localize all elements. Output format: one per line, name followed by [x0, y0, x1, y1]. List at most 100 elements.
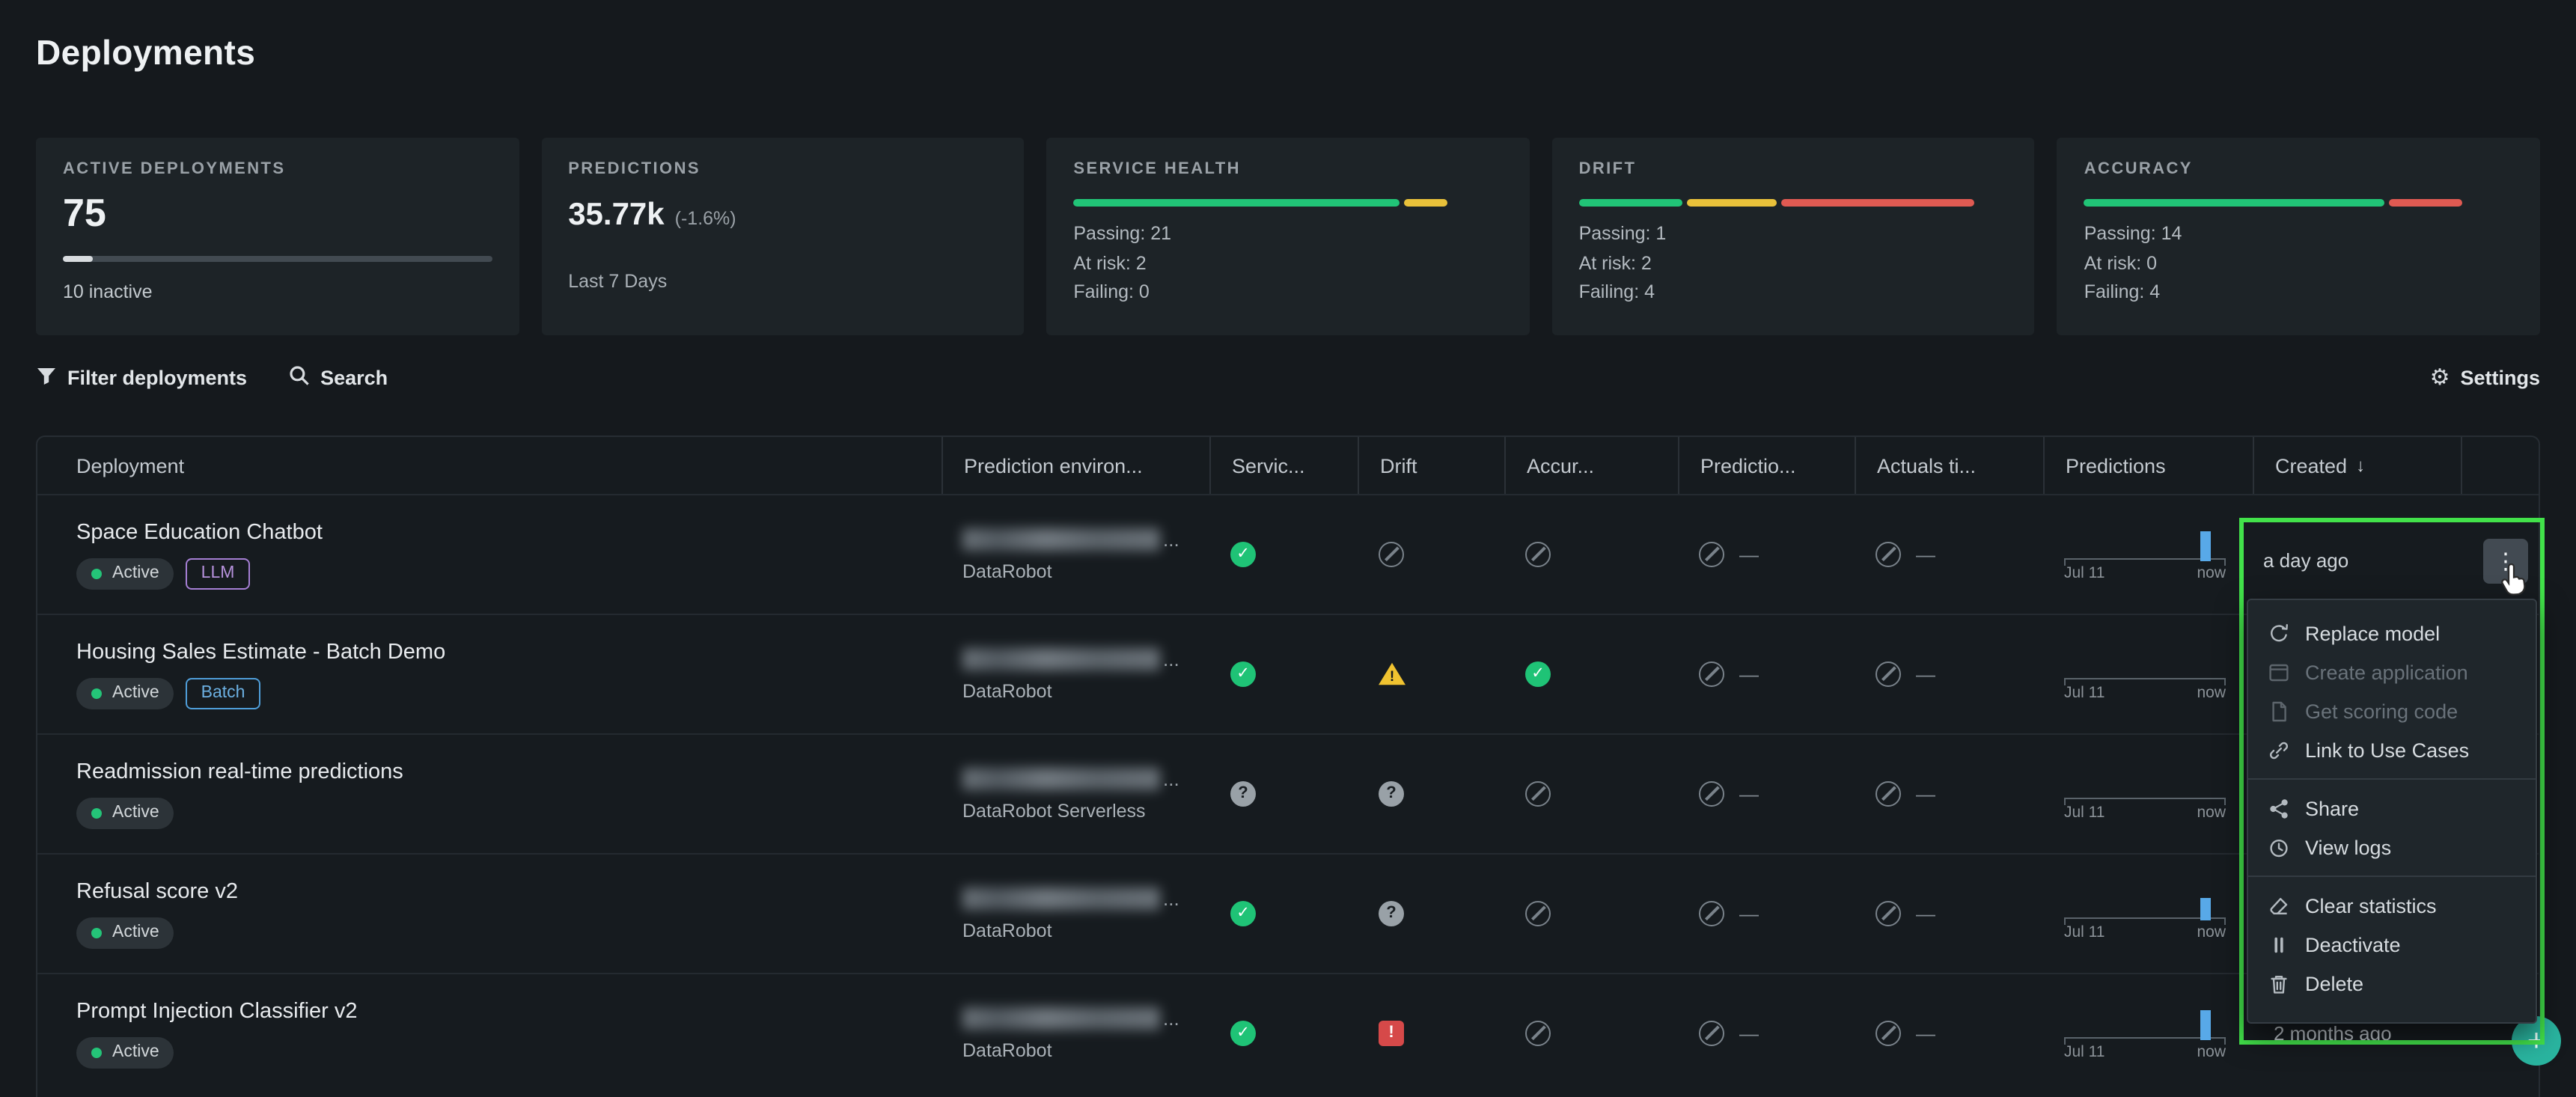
prediction-environment-platform: DataRobot — [962, 920, 1209, 941]
prediction-environment-platform: DataRobot — [962, 680, 1209, 701]
table-row[interactable]: Housing Sales Estimate - Batch Demo Acti… — [37, 614, 2539, 733]
drift-bar — [1579, 199, 2008, 207]
inactive-count: 10 inactive — [63, 281, 492, 302]
menu-item-delete[interactable]: Delete — [2248, 964, 2536, 1003]
settings-label: Settings — [2460, 367, 2540, 389]
redacted-environment-name — [962, 647, 1160, 670]
prediction-timeliness-icon — [1699, 781, 1724, 807]
predictions-range: Last 7 Days — [568, 271, 997, 292]
search-icon — [289, 365, 310, 391]
column-header-accuracy[interactable]: Accur... — [1504, 437, 1678, 494]
menu-item-link-to-use-cases[interactable]: Link to Use Cases — [2248, 730, 2536, 769]
menu-item-share[interactable]: Share — [2248, 789, 2536, 828]
menu-divider — [2248, 876, 2536, 877]
predictions-sparkline: Jul 11now — [2064, 1000, 2226, 1066]
sort-descending-icon: ↓ — [2356, 455, 2365, 476]
actuals-timeliness-icon — [1875, 781, 1901, 807]
service-health-status-icon — [1230, 781, 1256, 807]
drift-status-icon — [1379, 901, 1404, 926]
column-header-prediction-timeliness[interactable]: Predictio... — [1678, 437, 1855, 494]
status-badge: Active — [76, 917, 174, 948]
predictions-sparkline: Jul 11now — [2064, 761, 2226, 827]
redacted-environment-name — [962, 767, 1160, 789]
refresh-icon — [2268, 622, 2290, 644]
predictions-sparkline: Jul 11now — [2064, 641, 2226, 707]
status-badge: Active — [76, 677, 174, 709]
column-header-deployment[interactable]: Deployment — [37, 437, 941, 494]
column-header-service-health[interactable]: Servic... — [1209, 437, 1358, 494]
accuracy-status-icon — [1525, 1021, 1551, 1046]
menu-item-replace-model[interactable]: Replace model — [2248, 614, 2536, 653]
trash-icon — [2268, 972, 2290, 994]
active-deployments-progress — [63, 256, 492, 262]
card-label: ACCURACY — [2084, 160, 2513, 178]
predictions-sparkline: Jul 11now — [2064, 522, 2226, 587]
filter-funnel-icon — [36, 366, 57, 390]
table-row[interactable]: Space Education Chatbot Active LLM ... D… — [37, 494, 2539, 614]
mouse-cursor-hand — [2498, 563, 2528, 605]
active-dot-icon — [91, 688, 102, 698]
column-header-drift[interactable]: Drift — [1358, 437, 1504, 494]
table-toolbar: Filter deployments Search ⚙ Settings — [36, 365, 2540, 391]
actuals-timeliness-icon — [1875, 542, 1901, 567]
application-window-icon — [2268, 661, 2290, 683]
bar-segment-passing — [1579, 199, 1682, 207]
prediction-timeliness-icon — [1699, 661, 1724, 687]
link-icon — [2268, 739, 2290, 761]
actuals-timeliness-icon — [1875, 901, 1901, 926]
drift-status-icon — [1379, 1021, 1404, 1046]
bar-segment-passing — [1073, 199, 1400, 207]
stat-failing: Failing: 4 — [1579, 278, 2008, 308]
search-button[interactable]: Search — [289, 365, 388, 391]
deployment-name[interactable]: Space Education Chatbot — [76, 520, 941, 544]
service-health-status-icon — [1230, 901, 1256, 926]
table-row[interactable]: Refusal score v2 Active ... DataRobot — … — [37, 853, 2539, 973]
active-dot-icon — [91, 568, 102, 578]
card-drift: DRIFT Passing: 1 At risk: 2 Failing: 4 — [1552, 138, 2035, 335]
column-header-created[interactable]: Created ↓ — [2253, 437, 2461, 494]
bar-segment-atrisk — [1404, 199, 1447, 207]
column-header-predictions[interactable]: Predictions — [2043, 437, 2253, 494]
filter-label: Filter deployments — [67, 367, 247, 389]
active-dot-icon — [91, 927, 102, 938]
table-row[interactable]: Prompt Injection Classifier v2 Active ..… — [37, 973, 2539, 1093]
table-header: Deployment Prediction environ... Servic.… — [37, 437, 2539, 494]
stat-atrisk: At risk: 2 — [1073, 249, 1502, 278]
accuracy-bar — [2084, 199, 2513, 207]
table-row[interactable]: Readmission real-time predictions Active… — [37, 733, 2539, 853]
file-code-icon — [2268, 700, 2290, 722]
predictions-sparkline: Jul 11now — [2064, 881, 2226, 947]
created-cell-row1: a day ago ⋮ — [2244, 522, 2540, 599]
bar-segment-failing — [1780, 199, 1974, 207]
summary-cards: ACTIVE DEPLOYMENTS 75 10 inactive PREDIC… — [36, 138, 2540, 335]
pause-icon — [2268, 933, 2290, 956]
deployment-name[interactable]: Readmission real-time predictions — [76, 760, 941, 783]
menu-item-view-logs[interactable]: View logs — [2248, 828, 2536, 867]
column-header-actuals-timeliness[interactable]: Actuals ti... — [1855, 437, 2043, 494]
type-badge-llm: LLM — [186, 557, 250, 589]
card-label: SERVICE HEALTH — [1073, 160, 1502, 178]
service-health-bar — [1073, 199, 1502, 207]
prediction-timeliness-icon — [1699, 542, 1724, 567]
settings-button[interactable]: ⚙ Settings — [2430, 367, 2540, 389]
stat-failing: Failing: 4 — [2084, 278, 2513, 308]
card-service-health: SERVICE HEALTH Passing: 21 At risk: 2 Fa… — [1046, 138, 1529, 335]
deployment-name[interactable]: Prompt Injection Classifier v2 — [76, 999, 941, 1023]
card-accuracy: ACCURACY Passing: 14 At risk: 0 Failing:… — [2057, 138, 2540, 335]
deployment-name[interactable]: Refusal score v2 — [76, 879, 941, 903]
service-health-status-icon — [1230, 542, 1256, 567]
service-health-status-icon — [1230, 661, 1256, 687]
stat-passing: Passing: 21 — [1073, 220, 1502, 249]
card-predictions: PREDICTIONS 35.77k (-1.6%) Last 7 Days — [541, 138, 1024, 335]
deployment-name[interactable]: Housing Sales Estimate - Batch Demo — [76, 640, 941, 664]
accuracy-status-icon — [1525, 542, 1551, 567]
status-badge: Active — [76, 797, 174, 828]
search-label: Search — [320, 367, 388, 389]
column-header-prediction-environment[interactable]: Prediction environ... — [941, 437, 1209, 494]
bar-segment-passing — [2084, 199, 2384, 207]
menu-item-clear-statistics[interactable]: Clear statistics — [2248, 886, 2536, 925]
redacted-environment-name — [962, 887, 1160, 909]
card-label: PREDICTIONS — [568, 160, 997, 178]
menu-item-deactivate[interactable]: Deactivate — [2248, 925, 2536, 964]
filter-deployments-button[interactable]: Filter deployments — [36, 366, 247, 390]
